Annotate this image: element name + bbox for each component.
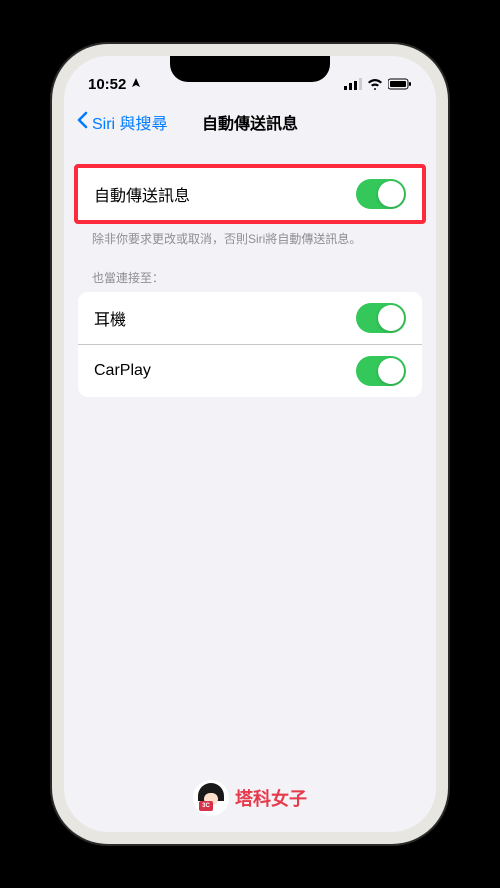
highlighted-row: 自動傳送訊息 — [74, 164, 426, 224]
auto-send-row: 自動傳送訊息 — [78, 168, 422, 220]
content: 自動傳送訊息 除非你要求更改或取消，否則Siri將自動傳送訊息。 也當連接至： … — [64, 144, 436, 417]
footer-text: 除非你要求更改或取消，否則Siri將自動傳送訊息。 — [64, 224, 436, 253]
toggle-knob — [378, 358, 404, 384]
location-icon — [130, 76, 142, 93]
nav-bar: Siri 與搜尋 自動傳送訊息 — [64, 100, 436, 144]
chevron-left-icon — [76, 111, 88, 134]
auto-send-label: 自動傳送訊息 — [94, 182, 190, 206]
carplay-row: CarPlay — [78, 345, 422, 397]
status-left: 10:52 — [88, 76, 142, 93]
toggle-knob — [378, 305, 404, 331]
watermark-avatar: 3C — [193, 780, 229, 816]
avatar-badge: 3C — [199, 801, 213, 811]
status-right — [344, 78, 412, 90]
toggle-knob — [378, 181, 404, 207]
watermark: 3C 塔科女子 — [193, 780, 307, 816]
headphones-label: 耳機 — [94, 306, 126, 330]
status-time: 10:52 — [88, 76, 126, 93]
connection-group: 耳機 CarPlay — [78, 292, 422, 397]
notch — [170, 56, 330, 82]
auto-send-toggle[interactable] — [356, 179, 406, 209]
signal-icon — [344, 78, 362, 90]
phone-frame: 10:52 Si — [52, 44, 448, 844]
back-button[interactable]: Siri 與搜尋 — [76, 110, 168, 134]
carplay-label: CarPlay — [94, 362, 151, 380]
carplay-toggle[interactable] — [356, 356, 406, 386]
watermark-text: 塔科女子 — [235, 785, 307, 811]
wifi-icon — [367, 78, 383, 90]
back-label: Siri 與搜尋 — [92, 110, 168, 134]
phone-screen: 10:52 Si — [64, 56, 436, 832]
section-header: 也當連接至： — [64, 253, 436, 292]
headphones-toggle[interactable] — [356, 303, 406, 333]
battery-icon — [388, 78, 412, 90]
headphones-row: 耳機 — [78, 292, 422, 345]
nav-title: 自動傳送訊息 — [202, 110, 298, 134]
